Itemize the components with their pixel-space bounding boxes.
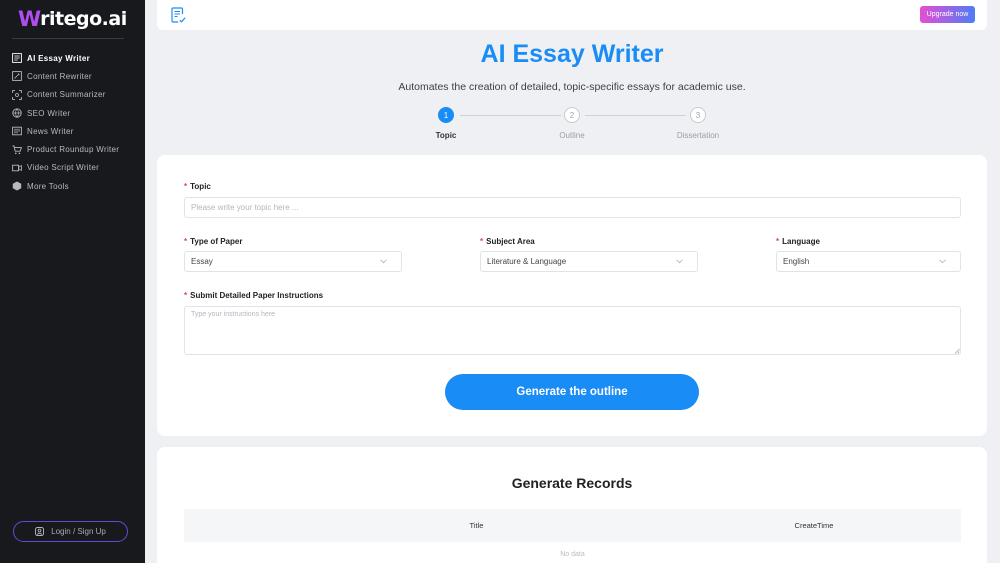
sidebar-item-label: AI Essay Writer xyxy=(27,53,91,63)
sidebar-divider xyxy=(12,38,124,39)
essay-form: *Topic *Type of Paper Essay *Subject Are… xyxy=(157,155,987,436)
column-title: Title xyxy=(469,521,484,530)
progress-stepper: 1 2 3 Topic Outline Dissertation xyxy=(0,107,1000,147)
sidebar-item-content-summarizer[interactable]: Content Summarizer xyxy=(0,86,145,104)
step-connector xyxy=(460,115,561,116)
document-edit-icon[interactable] xyxy=(171,7,186,23)
paper-type-label: * Type of Paper xyxy=(184,237,242,246)
sidebar-item-label: Video Script Writer xyxy=(27,163,100,173)
required-mark: * xyxy=(480,237,484,246)
sidebar: Writego.ai AI Essay Writer Content Rewri… xyxy=(0,0,145,563)
step-1-label: Topic xyxy=(435,131,457,140)
topic-label: * Topic xyxy=(184,182,211,191)
column-createtime: CreateTime xyxy=(794,521,834,530)
upgrade-button[interactable]: Upgrade now xyxy=(920,6,975,23)
topic-input[interactable] xyxy=(184,197,961,218)
records-title: Generate Records xyxy=(511,475,633,491)
language-select[interactable]: English xyxy=(776,251,961,272)
rewrite-icon xyxy=(12,71,22,82)
instructions-textarea[interactable] xyxy=(184,306,961,355)
page-title: AI Essay Writer xyxy=(480,40,664,68)
generate-outline-button[interactable]: Generate the outline xyxy=(445,374,699,410)
step-1-circle[interactable]: 1 xyxy=(438,107,454,123)
paper-type-label-text: Type of Paper xyxy=(190,237,243,246)
step-2-label: Outline xyxy=(559,131,585,140)
required-mark: * xyxy=(776,237,780,246)
required-mark: * xyxy=(184,237,188,246)
top-bar: Upgrade now xyxy=(157,0,987,30)
brand-logo[interactable]: Writego.ai xyxy=(18,6,127,32)
required-mark: * xyxy=(184,182,188,191)
cube-icon xyxy=(12,181,22,191)
generate-records: Generate Records Title CreateTime No dat… xyxy=(157,447,987,563)
required-mark: * xyxy=(184,291,188,300)
sidebar-item-content-rewriter[interactable]: Content Rewriter xyxy=(0,67,145,85)
step-3-label: Dissertation xyxy=(676,131,720,140)
subject-area-label-text: Subject Area xyxy=(486,237,535,246)
instructions-label-text: Submit Detailed Paper Instructions xyxy=(190,291,324,300)
summarize-icon xyxy=(12,89,22,100)
chevron-down-icon xyxy=(380,259,387,264)
video-icon xyxy=(12,163,22,173)
logo-text: ritego.ai xyxy=(40,8,127,30)
sidebar-item-label: More Tools xyxy=(27,181,69,191)
paper-type-value: Essay xyxy=(191,257,213,266)
sidebar-item-ai-essay-writer[interactable]: AI Essay Writer xyxy=(0,49,145,67)
user-icon xyxy=(35,527,45,536)
subject-area-select[interactable]: Literature & Language xyxy=(480,251,698,272)
step-connector xyxy=(585,115,686,116)
subject-area-value: Literature & Language xyxy=(487,257,567,266)
essay-icon xyxy=(12,53,22,63)
page-subtitle: Automates the creation of detailed, topi… xyxy=(398,81,746,93)
chevron-down-icon xyxy=(676,259,683,264)
sidebar-item-more-tools[interactable]: More Tools xyxy=(0,177,145,195)
login-signup-button[interactable]: Login / Sign Up xyxy=(13,521,128,542)
sidebar-item-video-script-writer[interactable]: Video Script Writer xyxy=(0,159,145,177)
subject-area-label: * Subject Area xyxy=(480,237,535,246)
topic-label-text: Topic xyxy=(190,182,211,191)
instructions-label: * Submit Detailed Paper Instructions xyxy=(184,291,323,300)
records-table-header: Title CreateTime xyxy=(184,509,961,542)
paper-type-select[interactable]: Essay xyxy=(184,251,402,272)
language-value: English xyxy=(783,257,810,266)
chevron-down-icon xyxy=(939,259,946,264)
step-3-circle[interactable]: 3 xyxy=(690,107,706,123)
logo-letter: W xyxy=(18,7,41,31)
login-label: Login / Sign Up xyxy=(51,527,106,536)
empty-state: No data xyxy=(560,551,585,558)
resize-handle-icon[interactable] xyxy=(954,348,960,354)
language-label-text: Language xyxy=(782,237,820,246)
sidebar-item-label: Content Summarizer xyxy=(27,90,106,100)
step-2-circle[interactable]: 2 xyxy=(564,107,580,123)
sidebar-item-label: Content Rewriter xyxy=(27,71,92,81)
language-label: * Language xyxy=(776,237,820,246)
